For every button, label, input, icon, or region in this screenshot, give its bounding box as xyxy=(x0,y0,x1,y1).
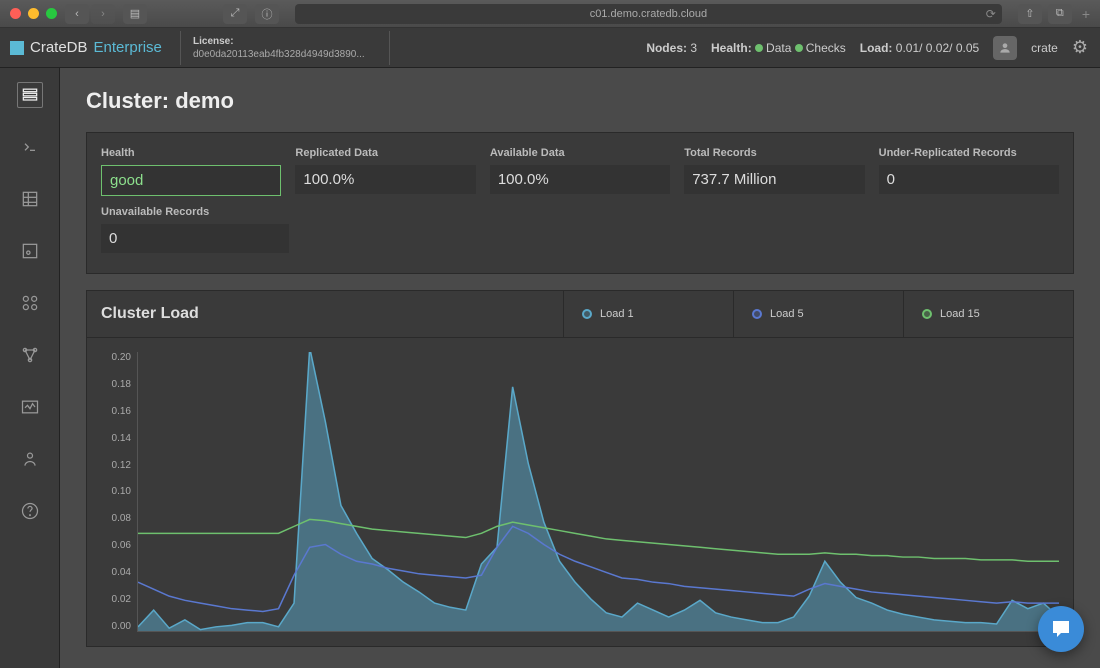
health-status: Health: Data Checks xyxy=(711,41,846,55)
username: crate xyxy=(1031,41,1058,55)
legend-load-5[interactable]: Load 5 xyxy=(733,291,903,337)
y-tick: 0.14 xyxy=(101,433,131,444)
brand[interactable]: CrateDB Enterprise xyxy=(0,39,180,56)
minimize-window-icon[interactable] xyxy=(28,8,39,19)
stats-panel: HealthgoodReplicated Data100.0%Available… xyxy=(86,132,1074,274)
chart-header: Cluster Load Load 1 Load 5 Load 15 xyxy=(87,291,1073,338)
stat-label: Unavailable Records xyxy=(101,206,289,218)
close-window-icon[interactable] xyxy=(10,8,21,19)
intercom-launcher[interactable] xyxy=(1038,606,1084,652)
url-text: c01.demo.cratedb.cloud xyxy=(590,8,707,20)
health-dot-data xyxy=(755,44,763,52)
stat-label: Total Records xyxy=(684,147,864,159)
sidebar-item-tables[interactable] xyxy=(17,186,43,212)
y-tick: 0.18 xyxy=(101,379,131,390)
reload-icon[interactable]: ⟳ xyxy=(986,7,996,21)
stat-block: Replicated Data 100.0% xyxy=(295,147,475,196)
chart-body: 0.20 0.18 0.16 0.14 0.12 0.10 0.08 0.06 0.04 0.02… xyxy=(87,338,1073,632)
y-tick: 0.00 xyxy=(101,621,131,632)
stat-label: Available Data xyxy=(490,147,670,159)
y-tick: 0.08 xyxy=(101,513,131,524)
sidebar-item-cluster[interactable] xyxy=(17,290,43,316)
brand-icon xyxy=(10,41,24,55)
brand-sub: Enterprise xyxy=(94,39,162,56)
y-tick: 0.12 xyxy=(101,460,131,471)
sidebar-item-help[interactable] xyxy=(17,498,43,524)
chart-title: Cluster Load xyxy=(87,291,563,337)
legend-dot-icon xyxy=(752,309,762,319)
stat-block: Total Records 737.7 Million xyxy=(684,147,864,196)
stat-label: Replicated Data xyxy=(295,147,475,159)
legend-dot-icon xyxy=(922,309,932,319)
stat-value: 100.0% xyxy=(490,165,670,194)
tabs-button[interactable]: ⧉ xyxy=(1048,4,1072,24)
settings-icon[interactable]: ⚙ xyxy=(1072,37,1088,58)
stat-value: good xyxy=(101,165,281,196)
chart-y-axis: 0.20 0.18 0.16 0.14 0.12 0.10 0.08 0.06 0.04 0.02… xyxy=(101,352,137,632)
license-value: d0e0da20113eab4fb328d4949d3890... xyxy=(193,49,365,60)
y-tick: 0.02 xyxy=(101,594,131,605)
topbar: CrateDB Enterprise License: d0e0da20113e… xyxy=(0,28,1100,68)
sidebar-item-shards[interactable] xyxy=(17,238,43,264)
nav-buttons: ‹ › xyxy=(65,4,115,24)
chart-plot xyxy=(137,352,1059,632)
sidebar-item-nodes[interactable] xyxy=(17,342,43,368)
nodes-status: Nodes: 3 xyxy=(646,41,697,55)
chart-panel: Cluster Load Load 1 Load 5 Load 15 0.200… xyxy=(86,290,1074,647)
legend-load-15[interactable]: Load 15 xyxy=(903,291,1073,337)
new-tab-button[interactable]: + xyxy=(1082,6,1090,22)
forward-button[interactable]: › xyxy=(91,4,115,24)
stat-value: 737.7 Million xyxy=(684,165,864,194)
stat-label: Health xyxy=(101,147,281,159)
page-title: Cluster: demo xyxy=(86,88,1074,114)
stat-block: Health good xyxy=(101,147,281,196)
license-block: License: d0e0da20113eab4fb328d4949d3890.… xyxy=(180,31,390,65)
legend-load-1[interactable]: Load 1 xyxy=(563,291,733,337)
site-info-button[interactable]: ⓘ xyxy=(255,4,279,24)
stat-block: Unavailable Records 0 xyxy=(101,206,289,253)
license-label: License: xyxy=(193,36,234,47)
y-tick: 0.10 xyxy=(101,486,131,497)
window-controls xyxy=(10,8,57,19)
y-tick: 0.06 xyxy=(101,540,131,551)
browser-chrome: ‹ › ▤ ⤢ ⓘ c01.demo.cratedb.cloud ⟳ ⇧ ⧉ + xyxy=(0,0,1100,28)
stat-block: Available Data 100.0% xyxy=(490,147,670,196)
health-dot-checks xyxy=(795,44,803,52)
stat-label: Under-Replicated Records xyxy=(879,147,1059,159)
content: Cluster: demo Health good Replicated Data 1… xyxy=(60,68,1100,668)
stat-value: 100.0% xyxy=(295,165,475,194)
sidebar-item-overview[interactable] xyxy=(17,82,43,108)
user-icon[interactable] xyxy=(993,36,1017,60)
stat-block: Under-Replicated Records 0 xyxy=(879,147,1059,196)
sidebar-item-monitoring[interactable] xyxy=(17,394,43,420)
reader-button[interactable]: ⤢ xyxy=(223,4,247,24)
legend-dot-icon xyxy=(582,309,592,319)
maximize-window-icon[interactable] xyxy=(46,8,57,19)
load-status: Load: 0.01/ 0.02/ 0.05 xyxy=(860,41,979,55)
y-tick: 0.20 xyxy=(101,352,131,363)
stat-value: 0 xyxy=(879,165,1059,194)
y-tick: 0.04 xyxy=(101,567,131,578)
url-bar[interactable]: c01.demo.cratedb.cloud ⟳ xyxy=(295,4,1002,24)
sidebar-toggle-button[interactable]: ▤ xyxy=(123,4,147,24)
stat-value: 0 xyxy=(101,224,289,253)
y-tick: 0.16 xyxy=(101,406,131,417)
topbar-right: Nodes: 3 Health: Data Checks Load: 0.01/… xyxy=(646,36,1100,60)
share-button[interactable]: ⇧ xyxy=(1018,4,1042,24)
chat-icon xyxy=(1049,617,1073,641)
sidebar xyxy=(0,68,60,668)
brand-main: CrateDB xyxy=(30,39,88,56)
back-button[interactable]: ‹ xyxy=(65,4,89,24)
sidebar-item-users[interactable] xyxy=(17,446,43,472)
sidebar-item-console[interactable] xyxy=(17,134,43,160)
